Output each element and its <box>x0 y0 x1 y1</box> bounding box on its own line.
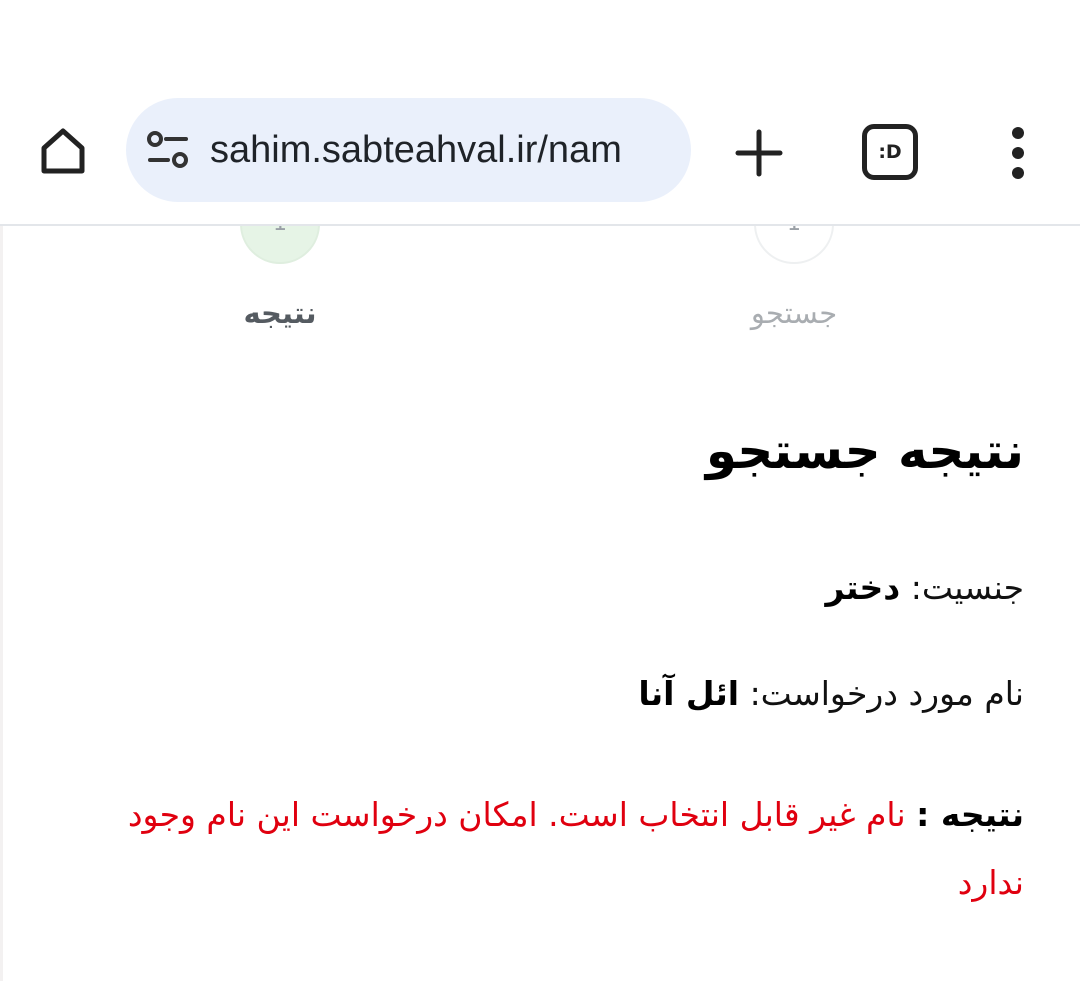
gender-value: دختر <box>825 568 901 607</box>
result-label: نتیجه : <box>916 795 1024 834</box>
site-settings-icon[interactable] <box>146 130 190 170</box>
step-number: 1 <box>756 226 832 236</box>
result-row: نتیجه : نام غیر قابل انتخاب است. امکان د… <box>74 781 1024 917</box>
requested-name-value: ائل آنا <box>638 674 740 713</box>
overflow-menu-button[interactable] <box>996 122 1040 184</box>
step-result-indicator: 1 <box>240 226 320 264</box>
browser-toolbar: sahim.sabteahval.ir/nam :D <box>0 0 1080 226</box>
page-title: نتیجه جستجو <box>705 422 1024 480</box>
new-tab-button[interactable] <box>728 122 790 184</box>
plus-icon <box>735 129 783 177</box>
requested-name-label: نام مورد درخواست: <box>749 674 1024 713</box>
home-button[interactable] <box>30 118 96 184</box>
step-result-label: نتیجه <box>243 296 317 330</box>
requested-name-row: نام مورد درخواست: ائل آنا <box>638 674 1024 713</box>
more-vert-icon <box>1012 127 1024 179</box>
gender-label: جنسیت: <box>910 568 1024 607</box>
page-edge <box>0 226 3 981</box>
page-content: 1 1 نتیجه جستجو نتیجه جستجو جنسیت: دختر … <box>0 226 1080 981</box>
url-text[interactable]: sahim.sabteahval.ir/nam <box>210 98 672 202</box>
home-icon <box>41 128 85 174</box>
address-bar[interactable]: sahim.sabteahval.ir/nam <box>126 98 691 202</box>
gender-row: جنسیت: دختر <box>826 568 1025 607</box>
step-number: 1 <box>242 226 318 236</box>
step-search-label: جستجو <box>750 296 838 330</box>
result-message: نام غیر قابل انتخاب است. امکان درخواست ا… <box>127 795 1024 902</box>
tab-switcher-button[interactable]: :D <box>862 124 920 182</box>
tab-count-badge: :D <box>862 124 918 180</box>
step-search-indicator: 1 <box>754 226 834 264</box>
